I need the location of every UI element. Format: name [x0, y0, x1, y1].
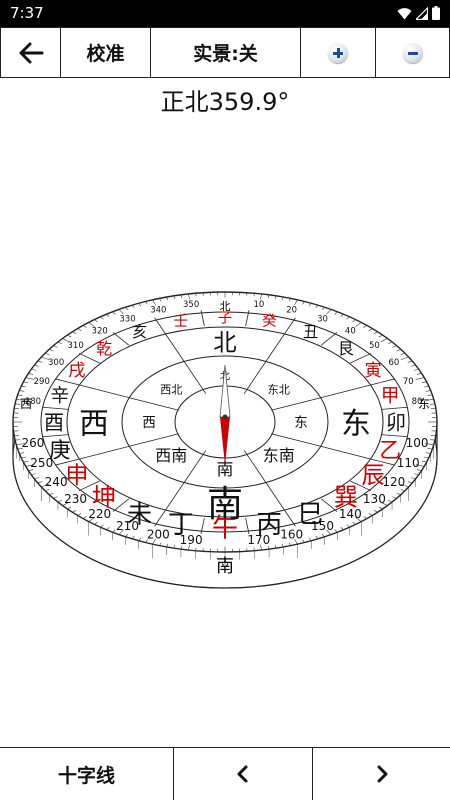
mountain-label: 巳 — [298, 499, 323, 528]
outer-north-label: 北 — [220, 300, 231, 313]
degree-label: 290 — [34, 377, 50, 387]
back-arrow-icon — [19, 42, 43, 63]
degree-label: 340 — [150, 306, 166, 316]
crosshair-button[interactable]: 十字线 — [0, 748, 173, 800]
mountain-label: 乾 — [96, 339, 112, 358]
direction-label: 西南 — [155, 446, 187, 465]
cardinal-label: 西 — [79, 406, 109, 441]
outer-east-label: 东 — [418, 397, 430, 411]
mountain-label: 酉 — [44, 411, 64, 435]
live-view-toggle[interactable]: 实景:关 — [150, 28, 300, 77]
status-bar: 7:37 — [0, 0, 450, 27]
mountain-label: 坤 — [92, 482, 116, 511]
toolbar: 校准 实景:关 — [0, 27, 450, 78]
prev-chevron-icon — [237, 765, 248, 783]
degree-label: 130 — [363, 492, 386, 506]
outer-west-label: 西 — [20, 397, 32, 411]
next-chevron-icon — [377, 765, 387, 783]
degree-label: 20 — [286, 306, 297, 316]
calibrate-button[interactable]: 校准 — [60, 28, 150, 77]
mountain-label: 癸 — [262, 313, 277, 330]
mountain-label: 甲 — [381, 386, 400, 407]
zoom-out-icon — [402, 42, 423, 63]
degree-label: 70 — [403, 377, 414, 387]
degree-label: 350 — [183, 300, 199, 310]
mountain-label: 亥 — [132, 323, 147, 341]
mountain-label: 寅 — [364, 361, 381, 381]
degree-label: 60 — [388, 358, 399, 368]
degree-label: 230 — [64, 492, 87, 506]
live-view-label: 实景:关 — [193, 43, 258, 65]
compass-dial: 1020304050607080100110120130140150160170… — [12, 291, 438, 589]
degree-label: 200 — [147, 528, 170, 542]
degree-label: 100 — [406, 436, 429, 450]
zoom-in-button[interactable] — [300, 28, 375, 77]
mountain-label: 未 — [127, 499, 152, 528]
zoom-in-icon — [328, 42, 348, 63]
status-icons — [397, 6, 440, 20]
degree-label: 10 — [253, 300, 264, 310]
next-button[interactable] — [312, 748, 450, 800]
degree-label: 40 — [345, 326, 356, 336]
direction-label: 东南 — [263, 446, 295, 465]
signal-icon — [416, 6, 428, 20]
direction-label: 西 — [142, 415, 156, 431]
mountain-label: 丁 — [168, 510, 194, 540]
battery-icon — [432, 6, 440, 20]
status-time: 7:37 — [10, 4, 44, 22]
degree-label: 310 — [68, 341, 84, 351]
mountain-label: 丙 — [256, 510, 282, 540]
degree-label: 240 — [45, 475, 68, 489]
bottom-bar: 十字线 — [0, 747, 450, 800]
degree-label: 50 — [369, 341, 380, 351]
cardinal-label: 北 — [213, 329, 236, 357]
calibrate-label: 校准 — [86, 43, 125, 65]
direction-label: 西北 — [160, 383, 182, 396]
mountain-label: 申 — [65, 463, 88, 489]
back-button[interactable] — [0, 28, 60, 77]
cardinal-label: 东 — [341, 406, 371, 441]
degree-label: 320 — [92, 326, 108, 336]
direction-label: 东 — [294, 415, 308, 431]
mountain-label: 卯 — [386, 411, 406, 435]
degree-label: 120 — [382, 475, 405, 489]
degree-label: 300 — [48, 358, 64, 368]
mountain-label: 乙 — [379, 438, 401, 463]
compass[interactable]: 10 20 30 40 50 60 70 80 100 110 120 130 140 150 160 170… — [0, 280, 450, 630]
heading-readout: 正北359.9° — [160, 88, 290, 116]
mountain-label: 丑 — [303, 323, 318, 341]
mountain-label: 艮 — [338, 339, 354, 358]
mountain-label: 辛 — [51, 386, 70, 407]
degree-label: 160 — [280, 528, 303, 542]
mountain-label: 戌 — [68, 361, 85, 381]
degree-label: 30 — [317, 314, 328, 324]
direction-label: 东北 — [268, 383, 290, 396]
prev-button[interactable] — [173, 748, 312, 800]
mountain-label: 壬 — [173, 313, 188, 330]
mountain-label: 辰 — [362, 463, 385, 489]
cardinal-label: 南 — [207, 484, 243, 525]
degree-label: 260 — [22, 436, 45, 450]
crosshair-label: 十字线 — [57, 764, 115, 787]
outer-south-label: 南 — [216, 556, 234, 577]
mountain-label: 巽 — [334, 482, 358, 511]
zoom-out-button[interactable] — [375, 28, 450, 77]
wifi-icon — [397, 7, 412, 19]
mountain-label: 庚 — [49, 438, 71, 463]
